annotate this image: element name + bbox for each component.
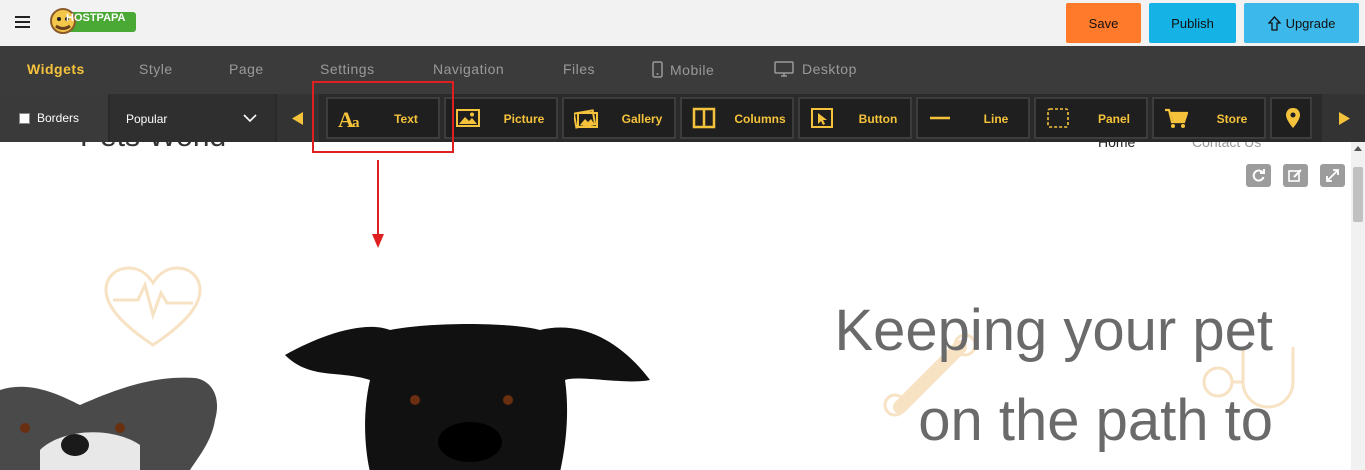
borders-label: Borders <box>37 111 80 125</box>
map-pin-icon <box>1286 108 1300 128</box>
hero-heading-line-1[interactable]: Keeping your pet <box>834 297 1273 364</box>
scroll-up-icon[interactable] <box>1354 146 1362 151</box>
widget-picture-label: Picture <box>503 112 545 126</box>
panel-icon <box>1047 108 1069 128</box>
hero-heading-line-2[interactable]: on the path to <box>918 387 1273 454</box>
site-nav-home[interactable]: Home <box>1098 142 1135 150</box>
menu-settings[interactable]: Settings <box>320 61 375 77</box>
save-button[interactable]: Save <box>1066 3 1141 43</box>
upgrade-label: Upgrade <box>1285 15 1336 31</box>
borders-checkbox[interactable] <box>19 112 30 124</box>
widget-line-label: Line <box>983 112 1009 126</box>
menu-style[interactable]: Style <box>139 61 173 77</box>
mobile-phone-icon <box>652 61 663 78</box>
chevron-down-icon <box>243 114 257 123</box>
widget-picture-button[interactable]: Picture <box>444 97 558 139</box>
widget-toolbar: Borders Popular A a Text Picture Gallery… <box>0 94 1365 142</box>
category-selected-label: Popular <box>126 112 168 126</box>
site-nav-contact[interactable]: Contact Us <box>1192 142 1261 150</box>
menu-files[interactable]: Files <box>563 61 595 77</box>
menu-desktop-label: Desktop <box>802 61 857 77</box>
columns-icon <box>692 107 716 129</box>
widget-line-button[interactable]: Line <box>916 97 1030 139</box>
widget-store-label: Store <box>1216 112 1248 126</box>
annotation-highlight-box <box>312 81 454 153</box>
dog-photo-left <box>0 377 217 470</box>
menu-navigation[interactable]: Navigation <box>433 61 504 77</box>
menu-mobile[interactable]: Mobile <box>652 61 714 78</box>
widget-gallery-button[interactable]: Gallery <box>562 97 676 139</box>
widget-panel-label: Panel <box>1097 112 1130 126</box>
top-bar: HOSTPAPA Save Publish Upgrade <box>0 0 1365 46</box>
logo-text: HOSTPAPA <box>66 12 126 24</box>
publish-button[interactable]: Publish <box>1149 3 1236 43</box>
widget-map-button[interactable] <box>1270 97 1312 139</box>
expand-icon[interactable] <box>1320 164 1345 187</box>
widget-panel-button[interactable]: Panel <box>1034 97 1148 139</box>
triangle-left-icon <box>292 111 303 125</box>
triangle-right-icon <box>1338 111 1350 125</box>
widget-gallery-label: Gallery <box>621 112 663 126</box>
widget-columns-button[interactable]: Columns <box>680 97 794 139</box>
line-icon <box>930 116 950 120</box>
heart-pulse-decoration <box>104 266 202 347</box>
menu-desktop[interactable]: Desktop <box>774 61 857 77</box>
hamburger-menu-icon[interactable] <box>15 16 32 29</box>
store-cart-icon <box>1165 108 1188 128</box>
refresh-icon[interactable] <box>1246 164 1271 187</box>
scrollbar-thumb[interactable] <box>1353 167 1363 222</box>
menu-mobile-label: Mobile <box>670 62 715 78</box>
widget-columns-label: Columns <box>734 112 786 126</box>
category-dropdown[interactable]: Popular <box>110 94 275 142</box>
upload-arrow-icon <box>1267 15 1281 31</box>
canvas-scrollbar[interactable] <box>1351 142 1365 470</box>
menu-page[interactable]: Page <box>229 61 264 77</box>
picture-icon <box>456 109 480 127</box>
dog-photo-center <box>285 324 650 470</box>
widget-button-button[interactable]: Button <box>798 97 912 139</box>
upgrade-button[interactable]: Upgrade <box>1244 3 1359 43</box>
desktop-monitor-icon <box>774 61 794 77</box>
main-menu-bar: Widgets Style Page Settings Navigation F… <box>0 46 1365 94</box>
widget-store-button[interactable]: Store <box>1152 97 1266 139</box>
scroll-right-arrow[interactable] <box>1322 94 1365 142</box>
annotation-arrow-icon <box>372 160 384 248</box>
menu-widgets[interactable]: Widgets <box>27 61 85 77</box>
editor-canvas[interactable]: Pets World Home Contact Us Keeping your … <box>0 142 1351 470</box>
gallery-icon <box>574 109 598 129</box>
widget-button-label: Button <box>858 112 898 126</box>
button-cursor-icon <box>811 108 833 128</box>
edit-icon[interactable] <box>1283 164 1308 187</box>
site-title[interactable]: Pets World <box>80 142 226 154</box>
borders-toggle[interactable]: Borders <box>0 94 108 142</box>
